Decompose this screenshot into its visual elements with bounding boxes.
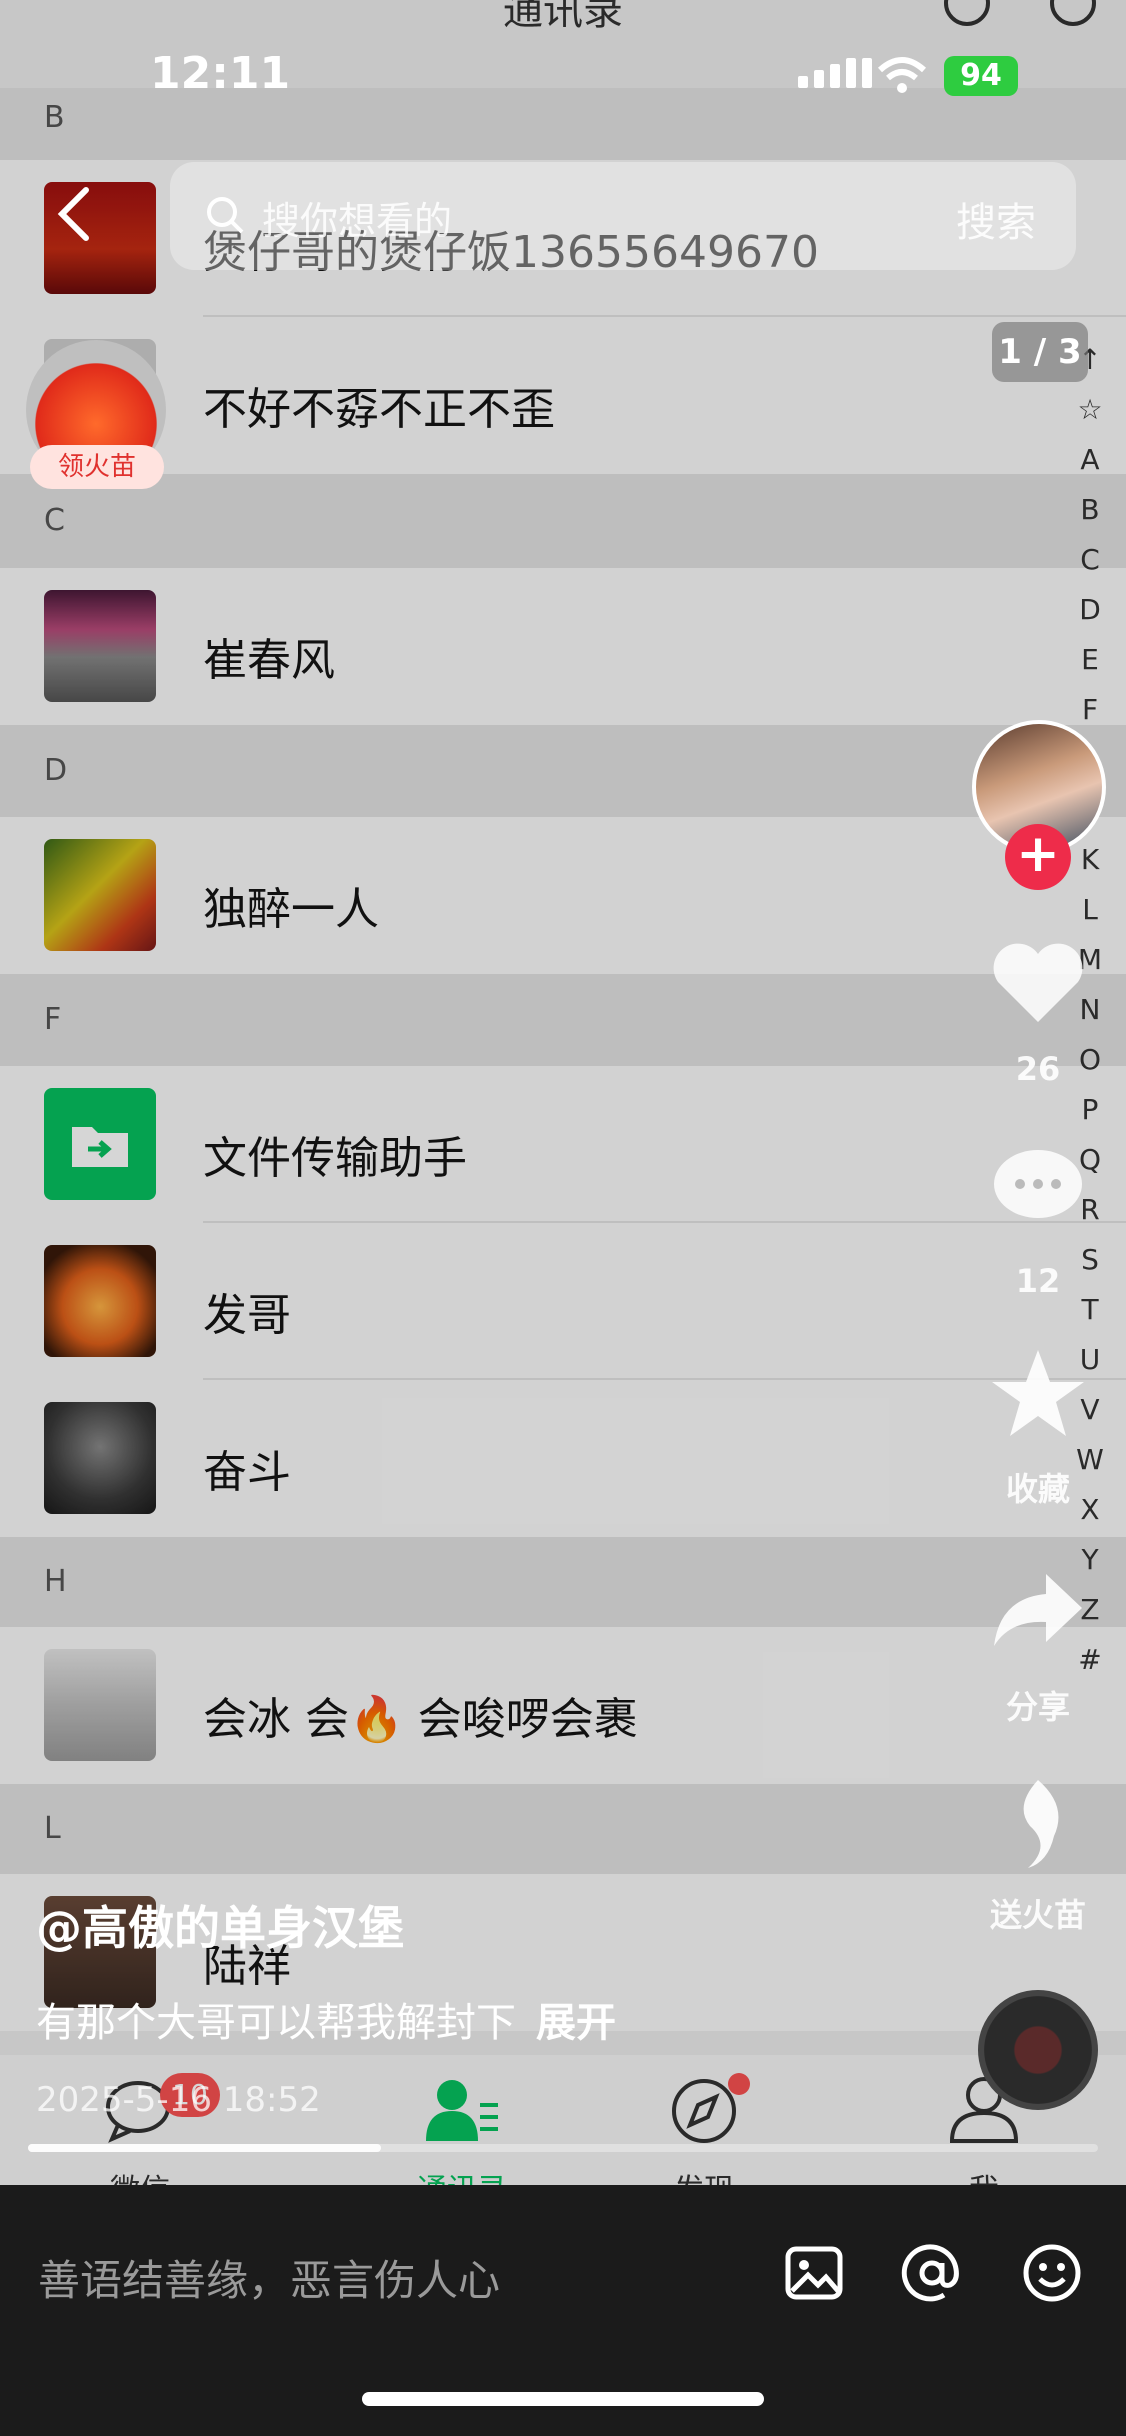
tab-label: 微信	[40, 2165, 240, 2185]
index-letter[interactable]: C	[1080, 535, 1100, 585]
contact-name: 文件传输助手	[203, 1133, 467, 1184]
new-dot	[728, 2073, 750, 2095]
contact-row[interactable]: 独醉一人	[0, 817, 1126, 974]
wechat-tab-bar: 10 微信 通讯录 发现 我	[0, 2055, 1126, 2185]
contact-name: 独醉一人	[203, 884, 379, 935]
contact-row[interactable]: 不好不孬不正不歪	[0, 317, 1126, 474]
section-header-f: F	[0, 974, 1126, 1066]
comment-icon[interactable]	[990, 1146, 1086, 1232]
index-letter[interactable]: P	[1082, 1085, 1099, 1135]
share-label: 分享	[1005, 1688, 1070, 1726]
contact-avatar	[44, 1649, 156, 1761]
index-letter[interactable]: D	[1079, 585, 1101, 635]
contact-avatar	[44, 1402, 156, 1514]
expand-link[interactable]: 展开	[536, 2000, 616, 2046]
mention-icon[interactable]	[900, 2241, 964, 2305]
wifi-icon	[877, 57, 927, 93]
index-letter[interactable]: E	[1081, 635, 1099, 685]
flame-gift-icon[interactable]	[1004, 1776, 1074, 1872]
contact-name: 崔春风	[203, 635, 335, 686]
battery-indicator: 94	[944, 56, 1018, 96]
contact-avatar	[44, 1245, 156, 1357]
star-icon[interactable]	[990, 1346, 1086, 1442]
like-count: 26	[1015, 1050, 1061, 1088]
home-indicator	[362, 2392, 764, 2406]
comment-bar: 善语结善缘，恶言伤人心	[0, 2185, 1126, 2365]
gift-label: 送火苗	[989, 1896, 1086, 1934]
favorite-label: 收藏	[1005, 1470, 1070, 1508]
tab-label: 我	[884, 2165, 1084, 2185]
wechat-title-actions	[944, 0, 1096, 26]
live-tag[interactable]: 领火苗	[30, 445, 164, 489]
index-letter[interactable]: L	[1082, 885, 1098, 935]
comment-input[interactable]: 善语结善缘，恶言伤人心	[38, 2247, 500, 2308]
image-pager: 1 / 3	[992, 322, 1088, 382]
status-bar: 12:11 94	[0, 42, 1126, 112]
contact-row[interactable]: 文件传输助手	[0, 1066, 1126, 1223]
video-description: 有那个大哥可以帮我解封下 展开	[36, 1990, 616, 2048]
contact-name: 会冰 会🔥 会唆啰会裹	[203, 1694, 638, 1745]
section-header-c: C	[0, 474, 1126, 568]
section-header-l: L	[0, 1784, 1126, 1874]
contact-avatar	[44, 839, 156, 951]
description-text: 有那个大哥可以帮我解封下	[36, 2000, 516, 2046]
contact-name: 奋斗	[203, 1447, 291, 1498]
contacts-icon	[426, 2080, 498, 2141]
tab-label: 通讯录	[362, 2165, 562, 2185]
search-input[interactable]: 搜你想看的 搜索	[170, 162, 1076, 270]
section-header-d: D	[0, 725, 1126, 817]
index-letter[interactable]: A	[1080, 435, 1099, 485]
video-progress-bar[interactable]	[28, 2144, 1098, 2152]
emoji-icon[interactable]	[1020, 2241, 1084, 2305]
wechat-contacts-screen: 通讯录 B 煲仔哥的煲仔饭13655649670 不好不孬不正不歪 C 崔春风 …	[0, 0, 1126, 2185]
add-icon[interactable]	[1050, 0, 1096, 26]
contact-row[interactable]: 会冰 会🔥 会唆啰会裹	[0, 1627, 1126, 1784]
section-header-h: H	[0, 1537, 1126, 1627]
contact-name: 发哥	[203, 1290, 291, 1341]
share-arrow-icon[interactable]	[990, 1570, 1086, 1650]
status-time: 12:11	[150, 48, 291, 99]
progress-fill	[28, 2144, 382, 2152]
back-arrow-icon[interactable]	[48, 184, 108, 244]
search-placeholder: 搜你想看的	[262, 199, 453, 243]
comment-count: 12	[1015, 1262, 1061, 1300]
post-date: 2025-5-16 18:52	[36, 2080, 321, 2120]
follow-button[interactable]: +	[1005, 824, 1071, 890]
index-letter[interactable]: F	[1082, 685, 1098, 735]
contact-avatar	[44, 590, 156, 702]
author-name[interactable]: @高傲的单身汉堡	[36, 1892, 404, 1958]
contact-row[interactable]: 崔春风	[0, 568, 1126, 725]
search-icon[interactable]	[944, 0, 990, 26]
contact-name: 不好不孬不正不歪	[203, 384, 555, 435]
contact-row[interactable]: 奋斗	[0, 1380, 1126, 1537]
contact-row[interactable]: 发哥	[0, 1223, 1126, 1380]
search-icon	[207, 197, 244, 234]
music-disc[interactable]	[978, 1990, 1098, 2110]
index-letter[interactable]: K	[1081, 835, 1099, 885]
heart-icon[interactable]	[990, 940, 1086, 1026]
cellular-signal-icon	[798, 58, 872, 88]
index-letter[interactable]: ☆	[1077, 385, 1102, 435]
search-button[interactable]: 搜索	[956, 190, 1036, 248]
contact-avatar	[44, 1088, 156, 1200]
index-letter[interactable]: B	[1080, 485, 1099, 535]
folder-transfer-icon	[72, 1127, 128, 1167]
tab-label: 发现	[604, 2165, 804, 2185]
image-icon[interactable]	[782, 2241, 846, 2305]
